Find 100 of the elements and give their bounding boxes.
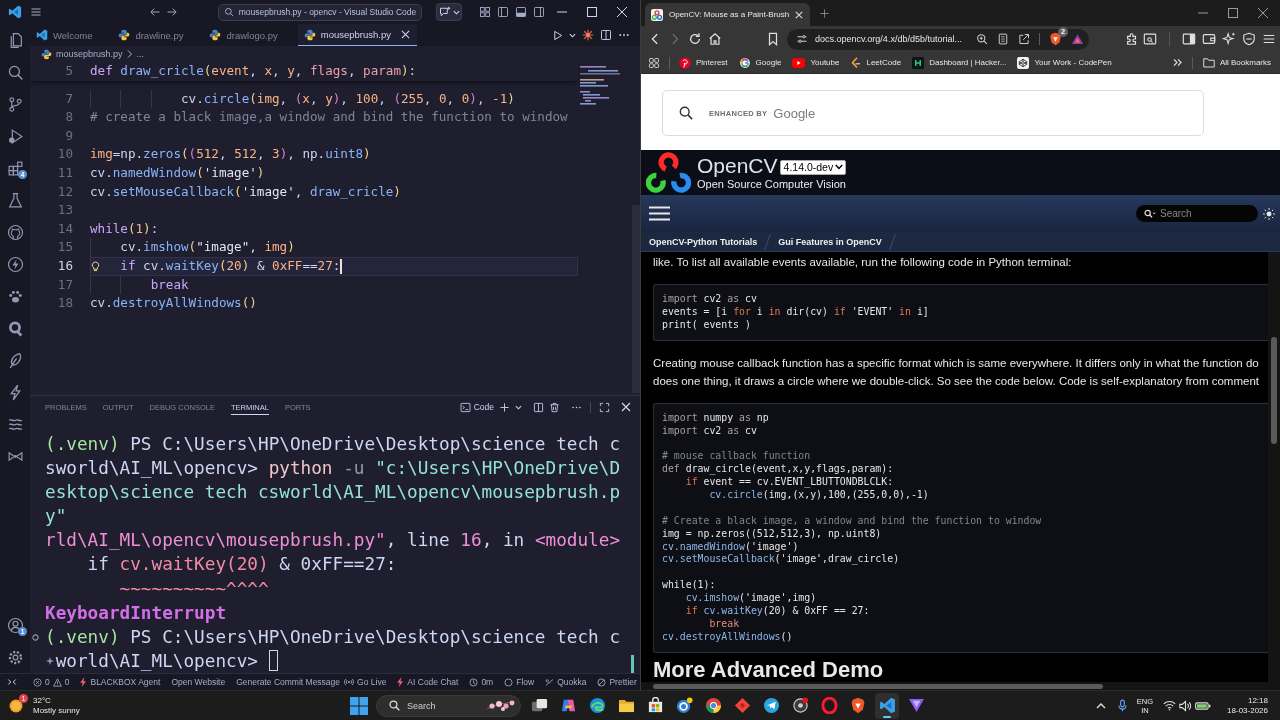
loupe-icon[interactable] xyxy=(6,319,24,337)
close-icon[interactable] xyxy=(795,10,804,19)
lightning-icon[interactable] xyxy=(6,255,24,273)
status-item[interactable]: Quokka xyxy=(543,674,589,690)
status-item[interactable]: Generate Commit Message xyxy=(234,674,343,690)
menu-icon[interactable] xyxy=(649,206,670,221)
play-bug-icon[interactable] xyxy=(6,127,24,145)
sticky-scroll-header[interactable]: 5 def draw_cricle(event, x, y, flags, param): xyxy=(30,62,578,81)
status-item[interactable]: Open Website xyxy=(169,674,228,690)
bookmark-link[interactable]: Youtube xyxy=(792,57,840,68)
shield-icon[interactable] xyxy=(1242,32,1256,46)
zoom-icon[interactable] xyxy=(976,33,988,45)
browser-tab[interactable]: OpenCV: Mouse as a Paint-Brush xyxy=(645,3,811,26)
status-item[interactable]: AI Code Chat xyxy=(395,674,461,690)
temperature-text[interactable]: 32°C xyxy=(33,695,80,706)
microphone-icon[interactable] xyxy=(1117,699,1127,712)
scrollbar-thumb[interactable] xyxy=(653,683,1103,689)
sidebar-left-icon[interactable] xyxy=(497,6,509,18)
sidebar-icon[interactable] xyxy=(1182,32,1196,46)
breadcrumb-item[interactable]: mousepbrush.py xyxy=(56,49,123,59)
lightbulb-icon[interactable] xyxy=(91,260,100,272)
wifi-icon[interactable] xyxy=(1163,700,1177,711)
bookmark-link[interactable]: LeetCode xyxy=(850,56,902,69)
bookmark-link[interactable]: Dashboard | Hacker... xyxy=(912,56,1007,69)
tune-icon[interactable] xyxy=(796,33,808,45)
tab-search-icon[interactable] xyxy=(1143,32,1157,46)
settings-icon[interactable] xyxy=(6,648,24,666)
sparkle-icon[interactable] xyxy=(1222,32,1236,46)
scrollbar-track[interactable] xyxy=(1268,252,1280,682)
reader-icon[interactable] xyxy=(997,33,1009,45)
editor-tab[interactable]: drawlogo.py xyxy=(203,24,298,46)
menu-icon[interactable] xyxy=(1262,32,1276,46)
scrollbar-track[interactable] xyxy=(641,682,1280,690)
bookmark-link[interactable]: Pinterest xyxy=(679,56,728,69)
flask-icon[interactable] xyxy=(6,191,24,209)
trash-icon[interactable] xyxy=(549,401,560,413)
search-field[interactable]: Search xyxy=(376,694,521,717)
caret-icon[interactable] xyxy=(515,403,522,411)
status-item[interactable]: 0m xyxy=(467,674,496,690)
status-item[interactable]: 0 0 xyxy=(31,674,72,690)
reload-icon[interactable] xyxy=(688,32,702,46)
blocks-icon[interactable] xyxy=(6,159,24,177)
sun-icon[interactable] xyxy=(1263,207,1275,220)
search-field[interactable]: Search xyxy=(1136,205,1258,222)
status-item[interactable]: Prettier xyxy=(595,674,639,690)
ring-icon[interactable] xyxy=(32,633,39,641)
version-select[interactable]: 4.14.0-dev xyxy=(779,159,847,175)
status-item[interactable]: Flow xyxy=(502,674,537,690)
editor-tab[interactable]: mousepbrush.py xyxy=(297,24,417,46)
scrollbar-thumb[interactable] xyxy=(1271,337,1277,444)
puzzle-icon[interactable] xyxy=(1125,32,1139,46)
bookmark-icon[interactable] xyxy=(766,32,780,46)
plus-icon[interactable] xyxy=(819,7,831,19)
close-icon[interactable] xyxy=(621,402,631,412)
close-icon[interactable] xyxy=(400,30,410,39)
scrollbar-thumb[interactable] xyxy=(632,205,640,393)
run-icon[interactable] xyxy=(552,29,563,41)
breadcrumb-link[interactable]: OpenCV-Python Tutorials xyxy=(649,236,758,247)
account-icon[interactable] xyxy=(6,616,24,634)
scrollbar-thumb[interactable] xyxy=(631,655,634,673)
chat-button[interactable] xyxy=(436,3,462,21)
speaker-icon[interactable] xyxy=(1179,699,1193,712)
forward-arrow-icon[interactable] xyxy=(166,6,178,18)
wallet-icon[interactable] xyxy=(1202,32,1216,46)
maximize-icon[interactable] xyxy=(599,401,610,413)
windows-logo-icon[interactable] xyxy=(350,696,368,715)
double-chevron-icon[interactable] xyxy=(1172,58,1182,67)
clock-button[interactable]: 12:18 18-03-2026 xyxy=(1227,695,1268,716)
taskbar-app[interactable] xyxy=(875,692,899,719)
home-icon[interactable] xyxy=(708,32,722,46)
status-item[interactable]: Go Live xyxy=(342,674,389,690)
triangle-icon[interactable] xyxy=(1071,33,1084,45)
split-icon[interactable] xyxy=(533,401,544,413)
breadcrumb-item[interactable]: ... xyxy=(136,49,145,59)
site-title[interactable]: OpenCV xyxy=(697,155,778,177)
terminal-profile-button[interactable]: Code xyxy=(459,401,494,413)
shield-logo-icon[interactable] xyxy=(1049,32,1062,46)
share-icon[interactable] xyxy=(1018,33,1030,45)
grid-layout-icon[interactable] xyxy=(479,6,491,18)
battery-icon[interactable] xyxy=(1195,700,1212,711)
sparkle-icon[interactable] xyxy=(46,656,55,665)
cat-icon[interactable] xyxy=(6,223,24,241)
split-editor-icon[interactable] xyxy=(600,29,612,41)
breadcrumb-link[interactable]: Gui Features in OpenCV xyxy=(778,236,882,247)
caret-icon[interactable] xyxy=(569,31,576,39)
panel-bottom-icon[interactable] xyxy=(515,6,527,18)
weather-text[interactable]: Mostly sunny xyxy=(33,705,80,716)
editor-tab[interactable]: drawline.py xyxy=(112,24,204,46)
command-center[interactable]: mousepbrush.py - opencv - Visual Studio Code xyxy=(218,3,422,21)
apps-grid-icon[interactable] xyxy=(648,56,660,69)
app-logo-icon[interactable] xyxy=(8,5,22,19)
bookmark-link[interactable]: Your Work - CodePen xyxy=(1017,56,1112,69)
sidebar-right-icon[interactable] xyxy=(533,6,545,18)
back-arrow-icon[interactable] xyxy=(149,6,161,18)
all-bookmarks-button[interactable]: All Bookmarks xyxy=(1202,57,1271,68)
status-item[interactable]: BLACKBOX Agent xyxy=(78,674,163,690)
editor-tab[interactable]: Welcome xyxy=(30,24,113,46)
branch-icon[interactable] xyxy=(6,95,24,113)
bookmark-link[interactable]: Google xyxy=(738,56,782,69)
starburst-icon[interactable] xyxy=(582,29,594,41)
